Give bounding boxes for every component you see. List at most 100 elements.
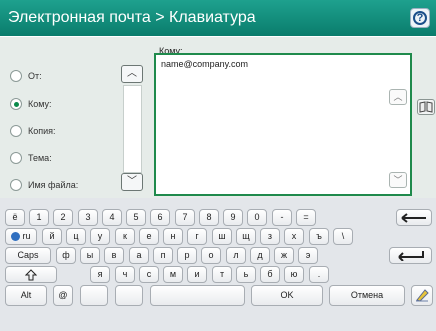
underscore-key[interactable] — [115, 285, 143, 306]
key[interactable]: о — [201, 247, 221, 264]
scroll-track[interactable] — [123, 85, 142, 173]
enter-icon — [397, 251, 424, 262]
alt-key[interactable]: Alt — [5, 285, 47, 306]
radio-label: Тема: — [28, 153, 52, 163]
key[interactable]: 8 — [199, 209, 219, 226]
to-scroll-up-button[interactable]: ︿ — [389, 89, 407, 105]
radio-subject[interactable]: Тема: — [10, 150, 52, 166]
clear-button[interactable] — [411, 285, 433, 306]
help-button[interactable]: ? — [410, 8, 430, 28]
key[interactable]: г — [187, 228, 207, 245]
radio-circle — [10, 152, 22, 164]
radio-circle — [10, 125, 22, 137]
key[interactable]: ф — [56, 247, 76, 264]
to-input-value: name@company.com — [161, 59, 249, 69]
key[interactable]: \ — [333, 228, 353, 245]
help-icon: ? — [413, 11, 427, 25]
key[interactable]: к — [115, 228, 135, 245]
key[interactable]: ё — [5, 209, 25, 226]
key[interactable]: з — [260, 228, 280, 245]
key[interactable]: ы — [80, 247, 100, 264]
backspace-key[interactable] — [396, 209, 432, 226]
at-key[interactable]: @ — [53, 285, 73, 306]
eraser-icon — [416, 289, 429, 302]
key[interactable]: х — [284, 228, 304, 245]
key[interactable]: ъ — [309, 228, 329, 245]
space-key[interactable] — [150, 285, 245, 306]
title-bar: Электронная почта > Клавиатура ? — [0, 0, 436, 36]
key[interactable]: а — [129, 247, 149, 264]
dot-key[interactable] — [80, 285, 108, 306]
language-key[interactable]: ru — [5, 228, 37, 245]
key[interactable]: й — [42, 228, 62, 245]
radio-from[interactable]: От: — [10, 68, 42, 84]
radio-label: Копия: — [28, 126, 56, 136]
chevron-down-icon: ﹀ — [127, 176, 137, 187]
chevron-down-icon: ﹀ — [393, 175, 403, 185]
address-book-icon — [419, 101, 433, 113]
key[interactable]: - — [272, 209, 292, 226]
scroll-up-button[interactable]: ︿ — [121, 65, 143, 83]
key[interactable]: . — [309, 266, 329, 283]
key[interactable]: ь — [236, 266, 256, 283]
key[interactable]: н — [163, 228, 183, 245]
radio-circle — [10, 179, 22, 191]
address-book-button[interactable] — [417, 99, 435, 115]
caps-key[interactable]: Caps — [5, 247, 51, 264]
key[interactable]: 6 — [150, 209, 170, 226]
key[interactable]: э — [298, 247, 318, 264]
chevron-up-icon: ︿ — [127, 68, 137, 79]
key[interactable]: ч — [115, 266, 135, 283]
field-list-scrollbar[interactable]: ︿ ﹀ — [121, 65, 144, 191]
to-input-box[interactable]: name@company.com ︿ ﹀ — [154, 53, 412, 196]
key[interactable]: щ — [236, 228, 256, 245]
radio-cc[interactable]: Копия: — [10, 123, 56, 139]
key[interactable]: ш — [212, 228, 232, 245]
key[interactable]: ю — [284, 266, 304, 283]
key[interactable]: т — [212, 266, 232, 283]
key[interactable]: у — [90, 228, 110, 245]
key[interactable]: р — [177, 247, 197, 264]
key[interactable]: л — [226, 247, 246, 264]
key[interactable]: 1 — [29, 209, 49, 226]
key[interactable]: п — [153, 247, 173, 264]
key[interactable]: и — [187, 266, 207, 283]
to-scroll-down-button[interactable]: ﹀ — [389, 172, 407, 188]
radio-circle-selected — [10, 98, 22, 110]
key[interactable]: 3 — [78, 209, 98, 226]
key[interactable]: 2 — [53, 209, 73, 226]
enter-key[interactable] — [389, 247, 432, 264]
key[interactable]: 9 — [223, 209, 243, 226]
key[interactable]: д — [250, 247, 270, 264]
key[interactable]: е — [139, 228, 159, 245]
key[interactable]: 0 — [247, 209, 267, 226]
radio-label: От: — [28, 71, 42, 81]
radio-label: Кому: — [28, 99, 52, 109]
key[interactable]: 4 — [102, 209, 122, 226]
key[interactable]: 5 — [126, 209, 146, 226]
scroll-down-button[interactable]: ﹀ — [121, 173, 143, 191]
key[interactable]: с — [139, 266, 159, 283]
key[interactable]: в — [104, 247, 124, 264]
key[interactable]: ж — [274, 247, 294, 264]
page-title: Электронная почта > Клавиатура — [8, 9, 256, 26]
on-screen-keyboard: ё 1 2 3 4 5 6 7 8 9 0 - = ru й ц у к е н… — [0, 198, 436, 331]
chevron-up-icon: ︿ — [393, 92, 403, 102]
key[interactable]: = — [296, 209, 316, 226]
radio-to[interactable]: Кому: — [10, 96, 52, 112]
globe-icon — [11, 232, 21, 242]
radio-filename[interactable]: Имя файла: — [10, 177, 78, 193]
key[interactable]: ц — [66, 228, 86, 245]
key[interactable]: я — [90, 266, 110, 283]
language-label: ru — [22, 231, 31, 241]
key[interactable]: б — [260, 266, 280, 283]
cancel-button[interactable]: Отмена — [329, 285, 405, 306]
shift-key[interactable] — [5, 266, 57, 283]
radio-label: Имя файла: — [28, 180, 79, 190]
ok-button[interactable]: OK — [251, 285, 323, 306]
shift-arrow-icon — [24, 269, 38, 281]
email-form: Кому: От: Кому: Копия: Тема: Имя файла: … — [0, 37, 436, 198]
key[interactable]: 7 — [175, 209, 195, 226]
radio-circle — [10, 70, 22, 82]
key[interactable]: м — [163, 266, 183, 283]
